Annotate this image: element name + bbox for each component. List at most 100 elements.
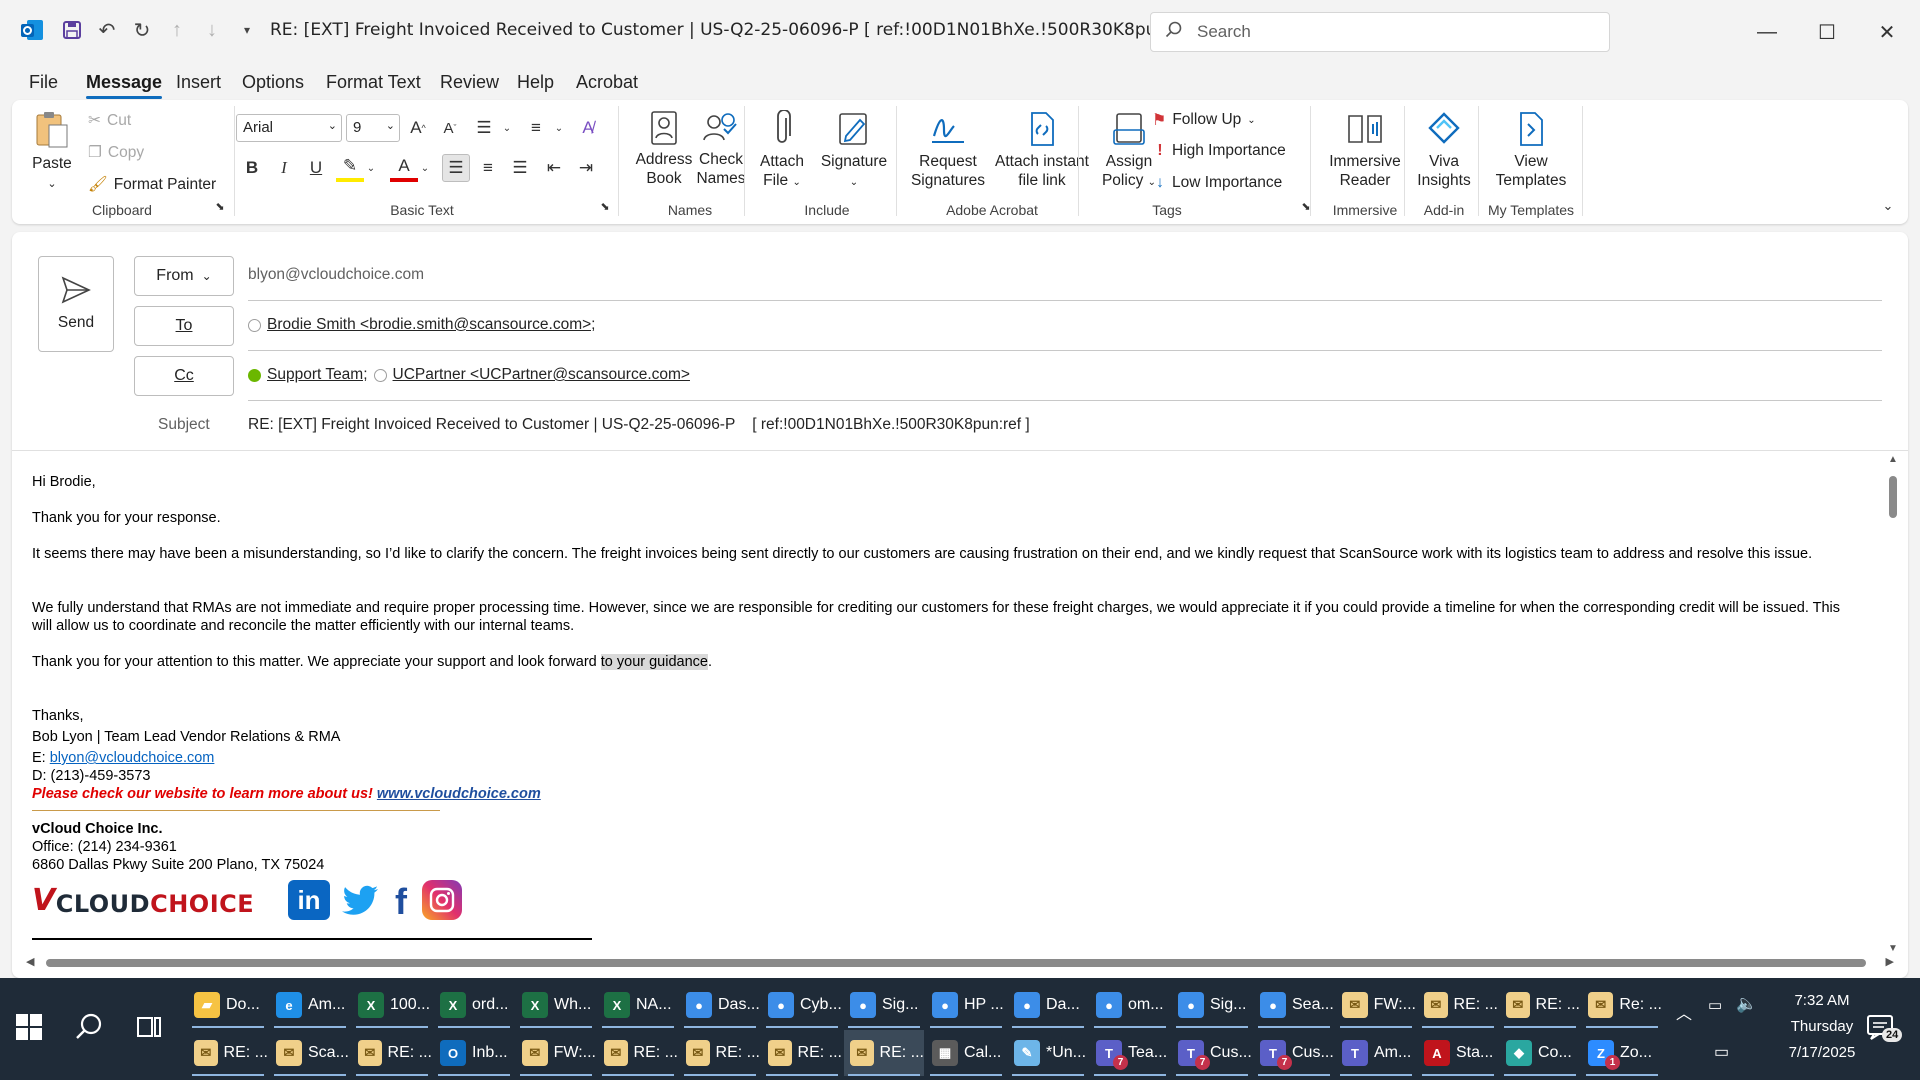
taskbar-app-button[interactable]: ✉ FW:... <box>516 1030 596 1076</box>
attach-file-button[interactable]: Attach File ⌄ <box>752 110 812 192</box>
taskbar-app-button[interactable]: Z 1 Zo... <box>1582 1030 1662 1076</box>
minimize-button[interactable]: — <box>1744 14 1790 50</box>
taskbar-app-button[interactable]: ● Sig... <box>1172 982 1252 1028</box>
horizontal-scrollbar[interactable]: ◀ ▶ <box>20 954 1900 972</box>
tags-dialog-launcher-icon[interactable]: ⬊ <box>1298 198 1314 214</box>
taskbar-app-button[interactable]: ✉ RE: ... <box>680 1030 760 1076</box>
taskbar-app-button[interactable]: T 7 Cus... <box>1254 1030 1334 1076</box>
previous-item-icon[interactable]: ↑ <box>163 16 191 44</box>
taskbar-app-button[interactable]: ● Sig... <box>844 982 924 1028</box>
clock-day[interactable]: Thursday <box>1774 1018 1870 1035</box>
decrease-indent-icon[interactable]: ⇤ <box>540 154 568 182</box>
clear-formatting-icon[interactable]: A̸ <box>574 114 602 142</box>
taskbar-app-button[interactable]: A Sta... <box>1418 1030 1498 1076</box>
scroll-right-icon[interactable]: ▶ <box>1886 955 1894 968</box>
tab-insert[interactable]: Insert <box>176 72 221 93</box>
search-icon[interactable] <box>74 1012 104 1047</box>
taskbar-app-button[interactable]: ✉ RE: ... <box>188 1030 268 1076</box>
windows-start-icon[interactable] <box>16 1014 42 1045</box>
recipient-to[interactable]: Brodie Smith <brodie.smith@scansource.co… <box>267 316 595 334</box>
tab-help[interactable]: Help <box>517 72 554 93</box>
taskbar-app-button[interactable]: T 7 Tea... <box>1090 1030 1170 1076</box>
grow-font-icon[interactable]: A ^ <box>404 114 432 142</box>
cc-field[interactable]: Support Team; UCPartner <UCPartner@scanso… <box>248 366 690 384</box>
tab-review[interactable]: Review <box>440 72 499 93</box>
send-button[interactable]: Send <box>38 256 114 352</box>
scroll-down-icon[interactable]: ▼ <box>1888 943 1898 954</box>
taskbar-app-button[interactable]: ✉ RE: ... <box>1500 982 1580 1028</box>
taskbar-app-button[interactable]: ● Cyb... <box>762 982 842 1028</box>
to-button[interactable]: To <box>134 306 234 346</box>
vertical-scrollbar[interactable]: ▲ ▼ <box>1886 454 1900 954</box>
taskbar-app-button[interactable]: ✉ Sca... <box>270 1030 350 1076</box>
taskbar-app-button[interactable]: ▰ Do... <box>188 982 268 1028</box>
taskbar-app-button[interactable]: ✉ Re: ... <box>1582 982 1662 1028</box>
taskbar-app-button[interactable]: T 7 Cus... <box>1172 1030 1252 1076</box>
redo-icon[interactable]: ↻ <box>128 16 156 44</box>
tab-message[interactable]: Message <box>86 72 163 99</box>
taskbar-app-button[interactable]: ● Das... <box>680 982 760 1028</box>
font-color-icon[interactable]: A <box>390 154 418 182</box>
clock-date[interactable]: 7/17/2025 <box>1774 1044 1870 1061</box>
tab-format-text[interactable]: Format Text <box>326 72 421 93</box>
format-painter-button[interactable]: 🖌 Format Painter <box>88 175 216 194</box>
taskbar-app-button[interactable]: ✉ RE: ... <box>844 1030 924 1076</box>
immersive-reader-button[interactable]: Immersive Reader <box>1318 110 1412 190</box>
taskbar-app-button[interactable]: X 100... <box>352 982 432 1028</box>
taskbar-app-button[interactable]: ▦ Cal... <box>926 1030 1006 1076</box>
taskbar-app-button[interactable]: ✉ RE: ... <box>762 1030 842 1076</box>
website-link[interactable]: www.vcloudchoice.com <box>377 786 541 802</box>
taskbar-app-button[interactable]: ✎ *Un... <box>1008 1030 1088 1076</box>
taskbar-app-button[interactable]: ✉ RE: ... <box>352 1030 432 1076</box>
follow-up-button[interactable]: ⚑ Follow Up ⌄ <box>1152 110 1256 130</box>
show-hidden-icons-icon[interactable]: ︿ <box>1676 1000 1692 1024</box>
cut-button[interactable]: ✂ Cut <box>88 111 131 130</box>
clipboard-dialog-launcher-icon[interactable]: ⬊ <box>212 198 228 214</box>
increase-indent-icon[interactable]: ⇥ <box>572 154 600 182</box>
taskbar-app-button[interactable]: T Am... <box>1336 1030 1416 1076</box>
chevron-down-icon[interactable]: ⌄ <box>552 114 566 142</box>
view-templates-button[interactable]: View Templates <box>1484 110 1578 190</box>
taskbar-app-button[interactable]: ● om... <box>1090 982 1170 1028</box>
taskbar-app-button[interactable]: ✉ RE: ... <box>598 1030 678 1076</box>
tab-options[interactable]: Options <box>242 72 304 93</box>
check-names-button[interactable]: Check Names <box>686 110 756 188</box>
save-icon[interactable] <box>58 16 86 44</box>
from-value[interactable]: blyon@vcloudchoice.com <box>248 266 424 284</box>
linkedin-icon[interactable]: in <box>288 880 330 920</box>
subject-input[interactable]: RE: [EXT] Freight Invoiced Received to C… <box>248 416 1030 434</box>
task-view-icon[interactable] <box>136 1014 162 1045</box>
font-dialog-launcher-icon[interactable]: ⬊ <box>597 198 613 214</box>
scroll-thumb[interactable] <box>46 959 1866 967</box>
taskbar-app-button[interactable]: ● Da... <box>1008 982 1088 1028</box>
align-right-icon[interactable]: ☰ <box>506 154 534 182</box>
customize-toolbar-icon[interactable]: ▾ <box>233 16 261 44</box>
taskbar-app-button[interactable]: X NA... <box>598 982 678 1028</box>
message-body[interactable]: Hi Brodie, Thank you for your response. … <box>12 454 1884 954</box>
viva-insights-button[interactable]: Viva Insights <box>1408 110 1480 190</box>
scroll-thumb[interactable] <box>1889 476 1897 518</box>
italic-icon[interactable]: I <box>270 154 298 182</box>
facebook-icon[interactable]: f <box>390 881 412 922</box>
align-left-icon[interactable]: ☰ <box>442 154 470 182</box>
scroll-left-icon[interactable]: ◀ <box>26 955 34 968</box>
search-input[interactable]: Search <box>1150 12 1610 52</box>
taskbar-app-button[interactable]: ● Sea... <box>1254 982 1334 1028</box>
chevron-down-icon[interactable]: ⌄ <box>418 154 432 182</box>
chevron-down-icon[interactable]: ⌄ <box>364 154 378 182</box>
cc-button[interactable]: Cc <box>134 356 234 396</box>
instagram-icon[interactable] <box>422 880 462 920</box>
paste-button[interactable]: Paste ⌄ <box>30 110 74 194</box>
low-importance-button[interactable]: ↓ Low Importance <box>1154 174 1282 192</box>
align-center-icon[interactable]: ≡ <box>474 154 502 182</box>
signature-email-link[interactable]: blyon@vcloudchoice.com <box>50 750 215 766</box>
taskbar-app-button[interactable]: O Inb... <box>434 1030 514 1076</box>
shrink-font-icon[interactable]: Aˇ <box>436 114 464 142</box>
taskbar-app-button[interactable]: ✉ FW:... <box>1336 982 1416 1028</box>
network-icon[interactable]: ▭ <box>1714 1042 1729 1062</box>
taskbar-app-button[interactable]: ◆ Co... <box>1500 1030 1580 1076</box>
maximize-button[interactable]: ☐ <box>1804 14 1850 50</box>
font-size-select[interactable]: 9 ⌄ <box>346 114 400 142</box>
undo-icon[interactable]: ↶ <box>93 16 121 44</box>
tab-file[interactable]: File <box>29 72 58 93</box>
